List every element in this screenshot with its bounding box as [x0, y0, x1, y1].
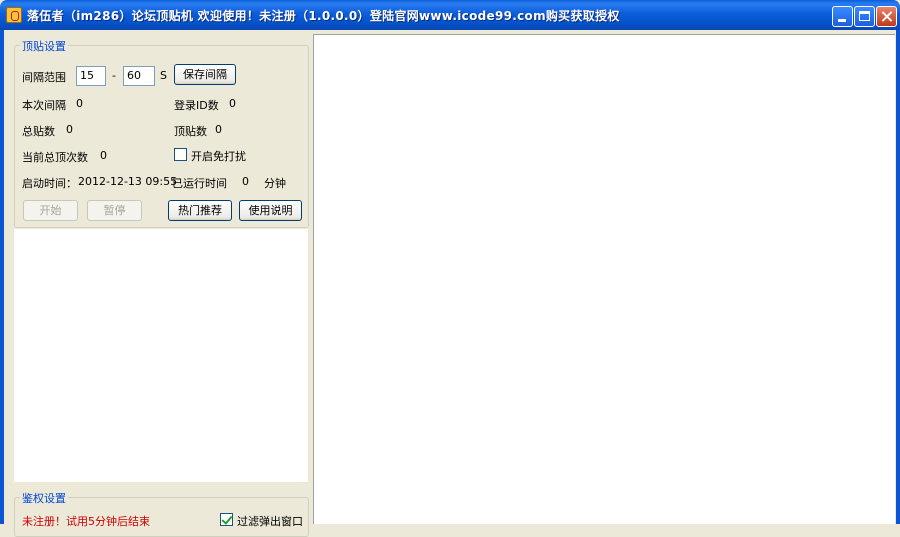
this-interval-label: 本次间隔 [22, 99, 66, 112]
total-posts-label: 总贴数 [22, 125, 55, 138]
interval-min-input[interactable]: 15 [76, 66, 106, 86]
bump-settings-title: 顶贴设置 [20, 38, 68, 54]
auth-status-text: 未注册！试用5分钟后结束 [22, 515, 150, 528]
interval-unit: S [160, 69, 167, 82]
minimize-button[interactable] [832, 6, 853, 27]
bump-posts-label: 顶贴数 [174, 125, 207, 138]
pause-button[interactable]: 暂停 [87, 200, 142, 221]
run-time-label: 已运行时间 [172, 177, 227, 190]
auth-settings-title: 鉴权设置 [20, 490, 68, 506]
title-bar[interactable]: 落伍者（im286）论坛顶贴机 欢迎使用！未注册（1.0.0.0）登陆官网www… [0, 0, 900, 30]
run-time-unit: 分钟 [264, 177, 286, 190]
browser-pane[interactable] [313, 34, 895, 524]
help-button[interactable]: 使用说明 [239, 200, 302, 221]
interval-label: 间隔范围 [22, 71, 66, 84]
start-time-value: 2012-12-13 09:55 [78, 175, 178, 188]
total-posts-value: 0 [66, 123, 73, 136]
bump-posts-value: 0 [215, 123, 222, 136]
login-id-label: 登录ID数 [174, 99, 219, 112]
login-id-value: 0 [229, 97, 236, 110]
interval-max-input[interactable]: 60 [123, 66, 155, 86]
current-bumps-label: 当前总顶次数 [22, 151, 88, 164]
close-button[interactable] [876, 6, 897, 27]
window-title: 落伍者（im286）论坛顶贴机 欢迎使用！未注册（1.0.0.0）登陆官网www… [27, 9, 620, 23]
filter-popup-label[interactable]: 过滤弹出窗口 [237, 513, 303, 529]
no-disturb-label[interactable]: 开启免打扰 [191, 148, 246, 164]
no-disturb-checkbox[interactable] [174, 148, 187, 161]
log-area[interactable] [14, 229, 308, 482]
filter-popup-checkbox[interactable] [220, 513, 233, 526]
app-icon[interactable] [6, 7, 22, 23]
current-bumps-value: 0 [100, 149, 107, 162]
save-interval-button[interactable]: 保存间隔 [174, 64, 236, 85]
maximize-button[interactable] [854, 6, 875, 27]
window-border-right [896, 30, 900, 524]
hot-recommend-button[interactable]: 热门推荐 [168, 200, 232, 221]
start-button[interactable]: 开始 [23, 200, 78, 221]
interval-separator: - [112, 69, 116, 82]
start-time-label: 启动时间： [22, 177, 77, 190]
this-interval-value: 0 [76, 97, 83, 110]
run-time-value: 0 [242, 175, 249, 188]
